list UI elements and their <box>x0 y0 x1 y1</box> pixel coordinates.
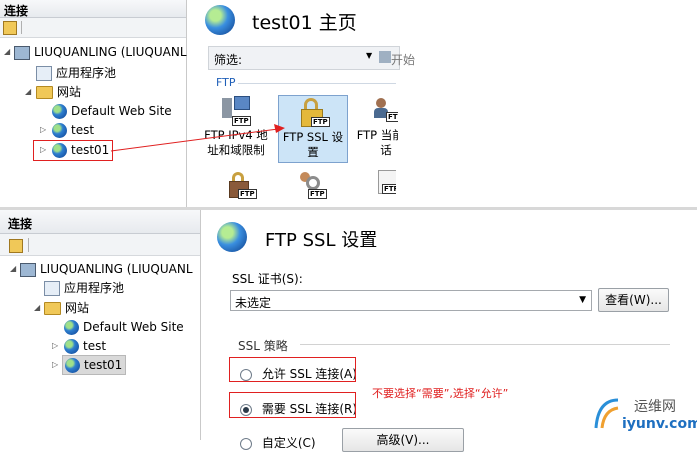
bottom-connections-pane: 连接 ◢ LIUQUANLING (LIUQUANL 应用程序池 ◢ 网站 De… <box>0 210 201 440</box>
bottom-tree-app-pools[interactable]: 应用程序池 <box>44 280 124 296</box>
bottom-toolbar-separator <box>28 238 29 252</box>
watermark: 运维网 iyunv.com <box>592 390 697 440</box>
bottom-sites-expander-icon[interactable]: ◢ <box>34 300 40 316</box>
require-ssl-highlight <box>229 392 356 418</box>
custom-ssl-option[interactable]: 自定义(C) <box>240 434 316 451</box>
custom-ssl-radio[interactable] <box>240 437 252 450</box>
bottom-test-expander-icon[interactable]: ▷ <box>52 338 58 354</box>
ssl-page-title: FTP SSL 设置 <box>265 230 378 251</box>
allow-ssl-highlight <box>229 357 356 382</box>
annotation-note: 不要选择“需要”,选择“允许” <box>372 387 509 400</box>
sites-folder-icon <box>44 302 61 315</box>
bottom-connections-header: 连接 <box>0 210 200 234</box>
advanced-button[interactable]: 高级(V)... <box>342 428 464 452</box>
annotation-arrow <box>110 124 285 152</box>
bottom-connect-icon[interactable] <box>9 239 23 253</box>
view-cert-button[interactable]: 查看(W)... <box>598 288 669 312</box>
globe-icon <box>64 339 79 354</box>
server-icon <box>20 262 36 277</box>
watermark-logo-icon <box>594 398 619 429</box>
globe-icon <box>64 320 79 335</box>
bottom-test01-expander-icon[interactable]: ▷ <box>52 357 58 373</box>
ssl-policy-group-line <box>300 344 670 345</box>
ssl-cert-label: SSL 证书(S): <box>232 272 303 286</box>
bottom-tree-default-web-site[interactable]: Default Web Site <box>64 319 184 335</box>
bottom-server-expander-icon[interactable]: ◢ <box>10 261 16 277</box>
watermark-text-en: iyunv.com <box>622 416 697 432</box>
bottom-tree-test01[interactable]: test01 <box>62 355 127 375</box>
bottom-tree-test[interactable]: test <box>64 338 106 354</box>
ssl-policy-label: SSL 策略 <box>238 339 288 353</box>
bottom-tree-sites[interactable]: 网站 <box>44 300 89 316</box>
ssl-cert-select[interactable]: 未选定 ▼ <box>230 290 592 311</box>
app-pool-icon <box>44 281 60 296</box>
bottom-tree-server[interactable]: LIUQUANLING (LIUQUANL <box>20 261 193 277</box>
ssl-page-globe-icon <box>217 222 247 252</box>
bottom-connections-toolbar <box>0 234 200 256</box>
globe-icon <box>65 358 80 373</box>
chevron-down-icon: ▼ <box>579 295 586 305</box>
watermark-text-cn: 运维网 <box>634 399 676 415</box>
